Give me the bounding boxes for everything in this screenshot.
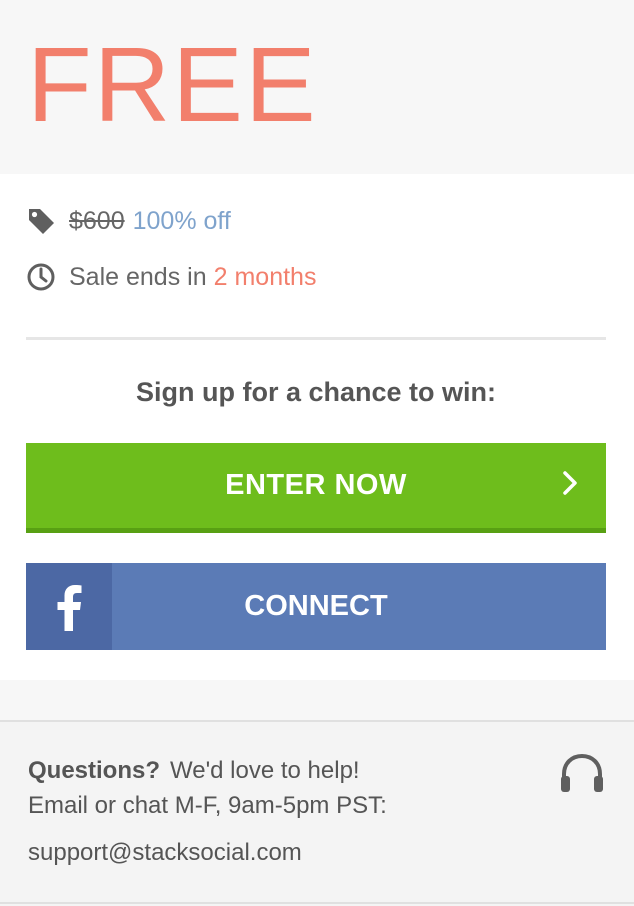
love-to-help-text: We'd love to help!: [170, 757, 360, 784]
enter-now-label: ENTER NOW: [225, 469, 407, 501]
price-header: FREE: [0, 0, 634, 174]
price-label: FREE: [27, 26, 318, 144]
questions-label: Questions?: [28, 757, 161, 784]
price-row: $600 100% off: [26, 204, 231, 238]
help-hours-text: Email or chat M-F, 9am-5pm PST:: [28, 792, 387, 819]
facebook-icon: [54, 583, 84, 631]
original-price: $600: [69, 206, 125, 235]
headphones-icon[interactable]: [559, 752, 605, 794]
chevron-right-icon: [560, 469, 580, 497]
signup-heading: Sign up for a chance to win:: [135, 377, 497, 407]
facebook-icon-box: [26, 563, 112, 650]
tag-icon: [26, 206, 56, 236]
bottom-divider: [0, 902, 634, 904]
enter-now-button[interactable]: ENTER NOW: [26, 443, 606, 533]
connect-label: CONNECT: [244, 590, 388, 622]
discount-text: 100% off: [132, 206, 231, 235]
sale-ends-text: Sale ends in: [69, 262, 207, 291]
sale-row: Sale ends in 2 months: [26, 260, 316, 294]
clock-icon: [26, 262, 56, 292]
support-email-link[interactable]: support@stacksocial.com: [28, 836, 302, 870]
section-divider: [26, 337, 606, 340]
facebook-connect-button[interactable]: CONNECT: [26, 563, 606, 650]
sale-time-left: 2 months: [213, 262, 317, 291]
help-questions-line: Questions? We'd love to help!: [28, 754, 360, 788]
